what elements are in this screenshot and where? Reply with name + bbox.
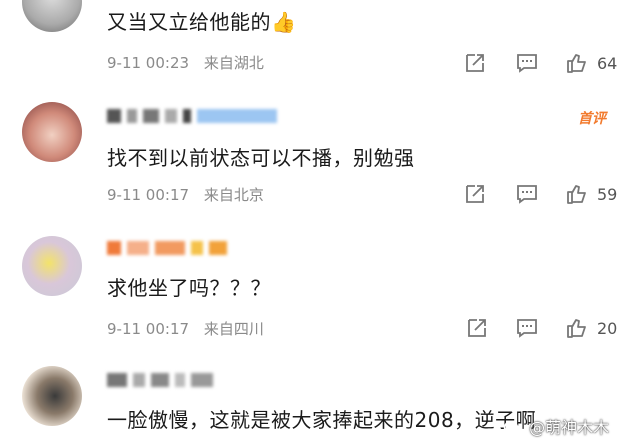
like-icon[interactable] [565, 51, 589, 75]
avatar[interactable] [22, 236, 82, 296]
avatar[interactable] [22, 102, 82, 162]
like-count: 64 [597, 53, 618, 73]
share-icon[interactable] [463, 51, 487, 75]
comment-icon[interactable] [515, 51, 539, 75]
comment-actions: 59 [463, 182, 617, 206]
comment-item: 又当又立给他能的👍 9-11 00:23 来自湖北 64 [0, 0, 640, 88]
comment-icon[interactable] [515, 316, 539, 340]
comment-text: 一脸傲慢，这就是被大家捧起来的208，逆子啊 [107, 408, 537, 432]
comment-location: 来自北京 [203, 186, 264, 204]
comment-icon[interactable] [515, 182, 539, 206]
comment-time: 9-11 00:17 [107, 320, 190, 338]
comment-location: 来自湖北 [203, 54, 264, 72]
comment-location: 来自四川 [203, 320, 264, 338]
watermark-text: @萌神木木 [529, 418, 610, 437]
like-icon[interactable] [565, 316, 589, 340]
comment-text: 求他坐了吗？？？ [107, 276, 271, 300]
username-blurred[interactable] [107, 372, 213, 388]
comment-meta: 9-11 00:17 来自四川 [107, 318, 264, 339]
comment-actions: 20 [465, 316, 617, 340]
comment-text: 又当又立给他能的👍 [107, 10, 297, 34]
comment-meta: 9-11 00:23 来自湖北 [107, 52, 264, 73]
comment-time: 9-11 00:23 [107, 54, 190, 72]
first-comment-badge: 首评 [578, 111, 606, 127]
avatar[interactable] [22, 366, 82, 426]
avatar[interactable] [22, 0, 82, 32]
watermark: @萌神木木 [502, 414, 609, 438]
share-icon[interactable] [463, 182, 487, 206]
like-count: 59 [597, 184, 618, 204]
comment-time: 9-11 00:17 [107, 186, 190, 204]
comment-text: 找不到以前状态可以不播，别勉强 [107, 146, 415, 170]
share-icon[interactable] [465, 316, 489, 340]
comment-actions: 64 [463, 51, 617, 75]
username-blurred[interactable] [107, 240, 227, 256]
like-icon[interactable] [565, 182, 589, 206]
like-count: 20 [597, 318, 618, 338]
username-blurred[interactable] [107, 108, 277, 124]
comment-meta: 9-11 00:17 来自北京 [107, 184, 264, 205]
weibo-logo-icon [503, 420, 519, 436]
